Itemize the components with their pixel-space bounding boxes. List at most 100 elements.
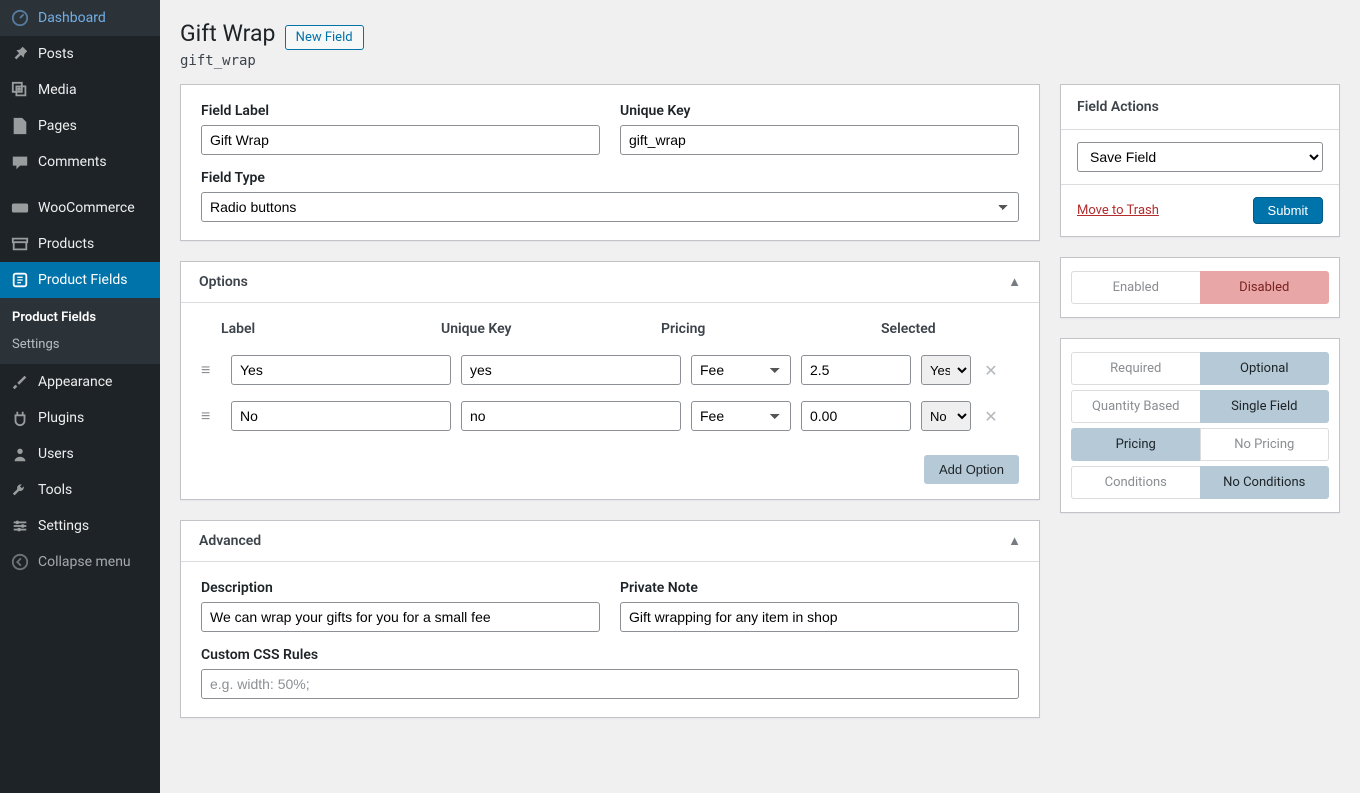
submit-button[interactable]: Submit: [1253, 197, 1323, 224]
toggle-conditions[interactable]: Conditions: [1071, 466, 1200, 499]
pin-icon: [10, 44, 30, 64]
option-selected-select[interactable]: Yes: [921, 355, 971, 385]
menu-tools[interactable]: Tools: [0, 472, 160, 508]
menu-label: Media: [38, 82, 77, 98]
submenu-product-fields[interactable]: Product Fields: [0, 304, 160, 331]
toggle-required[interactable]: Required: [1071, 352, 1200, 385]
toggle-single-field[interactable]: Single Field: [1200, 390, 1330, 423]
field-actions-box: Field Actions Save Field Move to Trash S…: [1060, 84, 1340, 237]
option-pricing-select[interactable]: Fee: [691, 355, 791, 385]
option-label-input[interactable]: [231, 355, 451, 385]
menu-collapse[interactable]: Collapse menu: [0, 544, 160, 580]
comment-icon: [10, 152, 30, 172]
menu-label: Tools: [38, 482, 72, 498]
menu-woocommerce[interactable]: WooCommerce: [0, 190, 160, 226]
menu-comments[interactable]: Comments: [0, 144, 160, 180]
toggle-optional[interactable]: Optional: [1200, 352, 1330, 385]
option-price-input[interactable]: [801, 401, 911, 431]
menu-posts[interactable]: Posts: [0, 36, 160, 72]
toggle-no-pricing[interactable]: No Pricing: [1200, 428, 1330, 461]
archive-icon: [10, 234, 30, 254]
field-label-label: Field Label: [201, 103, 600, 119]
menu-label: Appearance: [38, 374, 112, 390]
toggle-quantity-based[interactable]: Quantity Based: [1071, 390, 1200, 423]
toggle-disabled[interactable]: Disabled: [1200, 271, 1330, 304]
move-to-trash-link[interactable]: Move to Trash: [1077, 203, 1159, 218]
menu-label: Posts: [38, 46, 74, 62]
user-icon: [10, 444, 30, 464]
menu-label: Pages: [38, 118, 77, 134]
plugin-icon: [10, 408, 30, 428]
description-label: Description: [201, 580, 600, 596]
option-key-input[interactable]: [461, 401, 681, 431]
field-actions-title: Field Actions: [1061, 85, 1339, 130]
menu-product-fields[interactable]: Product Fields: [0, 262, 160, 298]
page-title: Gift Wrap: [180, 20, 275, 47]
save-action-select[interactable]: Save Field: [1077, 142, 1323, 172]
submenu-settings[interactable]: Settings: [0, 331, 160, 358]
option-pricing-select[interactable]: Fee: [691, 401, 791, 431]
remove-option-icon[interactable]: ✕: [981, 407, 1001, 426]
add-option-button[interactable]: Add Option: [924, 455, 1019, 484]
enabled-toggle-box: Enabled Disabled: [1060, 257, 1340, 318]
gear-icon: [10, 516, 30, 536]
custom-css-input[interactable]: [201, 669, 1019, 699]
field-label-input[interactable]: [201, 125, 600, 155]
menu-plugins[interactable]: Plugins: [0, 400, 160, 436]
brush-icon: [10, 372, 30, 392]
menu-label: Settings: [38, 518, 89, 534]
remove-option-icon[interactable]: ✕: [981, 361, 1001, 380]
toggle-enabled[interactable]: Enabled: [1071, 271, 1200, 304]
option-row: ≡ Fee Yes ✕: [181, 347, 1039, 393]
advanced-title: Advanced: [199, 533, 261, 549]
menu-dashboard[interactable]: Dashboard: [0, 0, 160, 36]
new-field-button[interactable]: New Field: [285, 25, 364, 50]
col-header-selected: Selected: [881, 321, 931, 337]
tool-icon: [10, 480, 30, 500]
option-selected-select[interactable]: No: [921, 401, 971, 431]
collapse-toggle-icon[interactable]: ▲: [1008, 274, 1021, 290]
option-key-input[interactable]: [461, 355, 681, 385]
woo-icon: [10, 198, 30, 218]
field-slug: gift_wrap: [180, 53, 1340, 69]
private-note-input[interactable]: [620, 602, 1019, 632]
field-basics-box: Field Label Unique Key Field Type: [180, 84, 1040, 241]
col-header-key: Unique Key: [441, 321, 661, 337]
menu-appearance[interactable]: Appearance: [0, 364, 160, 400]
admin-sidebar: Dashboard Posts Media Pages Comments Woo…: [0, 0, 160, 793]
drag-handle-icon[interactable]: ≡: [201, 406, 221, 426]
menu-label: Collapse menu: [38, 554, 131, 570]
menu-products[interactable]: Products: [0, 226, 160, 262]
menu-label: Users: [38, 446, 74, 462]
option-row: ≡ Fee No ✕: [181, 393, 1039, 439]
options-box: Options ▲ Label Unique Key Pricing Selec…: [180, 261, 1040, 500]
menu-settings[interactable]: Settings: [0, 508, 160, 544]
custom-css-label: Custom CSS Rules: [201, 647, 1019, 663]
option-price-input[interactable]: [801, 355, 911, 385]
collapse-icon: [10, 552, 30, 572]
toggle-no-conditions[interactable]: No Conditions: [1200, 466, 1330, 499]
collapse-toggle-icon[interactable]: ▲: [1008, 533, 1021, 549]
media-icon: [10, 80, 30, 100]
options-title: Options: [199, 274, 248, 290]
edit-icon: [10, 270, 30, 290]
field-type-label: Field Type: [201, 170, 1019, 186]
drag-handle-icon[interactable]: ≡: [201, 360, 221, 380]
option-label-input[interactable]: [231, 401, 451, 431]
submenu: Product Fields Settings: [0, 298, 160, 364]
toggle-pricing[interactable]: Pricing: [1071, 428, 1200, 461]
field-settings-toggles: Required Optional Quantity Based Single …: [1060, 338, 1340, 513]
menu-pages[interactable]: Pages: [0, 108, 160, 144]
col-header-label: Label: [221, 321, 441, 337]
unique-key-label: Unique Key: [620, 103, 1019, 119]
field-type-select[interactable]: Radio buttons: [201, 192, 1019, 222]
menu-label: WooCommerce: [38, 200, 135, 216]
menu-label: Product Fields: [38, 272, 128, 288]
advanced-box: Advanced ▲ Description Private Note: [180, 520, 1040, 718]
description-input[interactable]: [201, 602, 600, 632]
menu-label: Dashboard: [38, 10, 106, 26]
menu-media[interactable]: Media: [0, 72, 160, 108]
page-icon: [10, 116, 30, 136]
menu-users[interactable]: Users: [0, 436, 160, 472]
unique-key-input[interactable]: [620, 125, 1019, 155]
